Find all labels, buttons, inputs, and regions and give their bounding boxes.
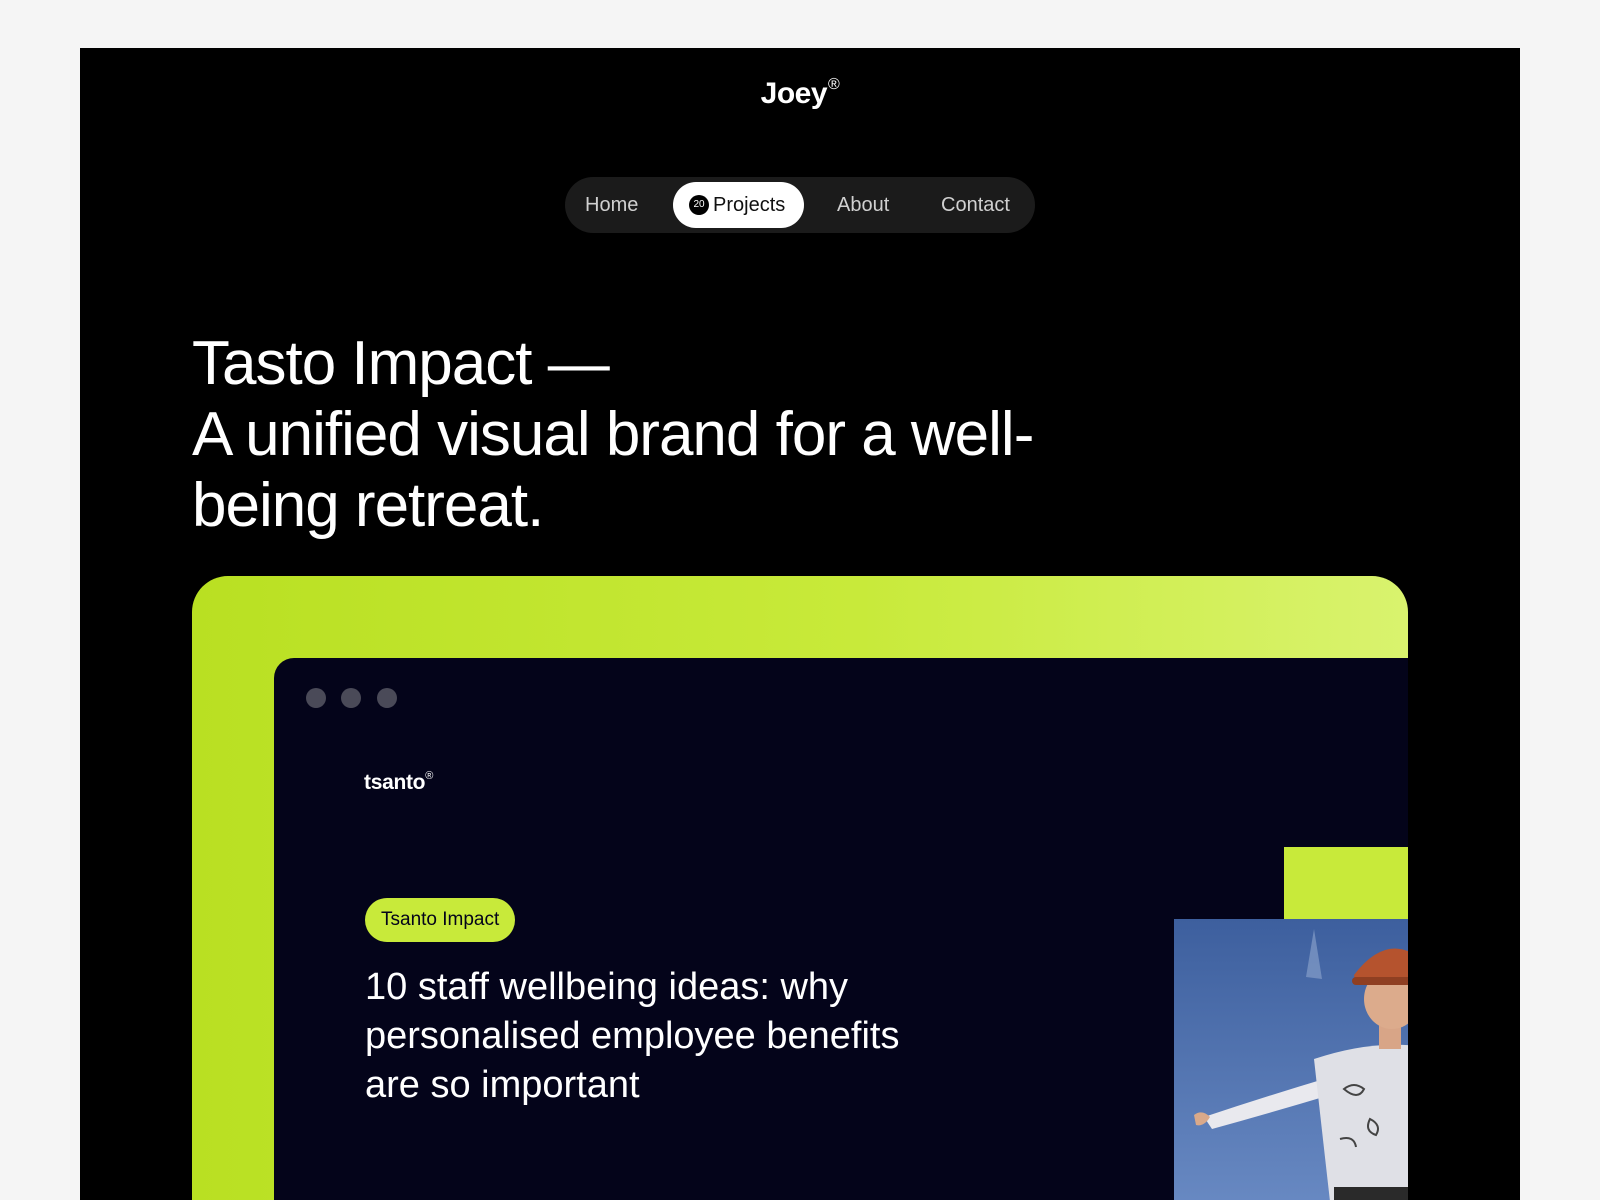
accent-block [1284, 847, 1408, 927]
nav-about[interactable]: About [837, 177, 889, 233]
project-headline: Tasto Impact — A unified visual brand fo… [192, 328, 1192, 541]
headline-line: A unified visual brand for a well- [192, 400, 1034, 469]
browser-mockup: tsanto® Tsanto Impact 10 staff wellbeing… [274, 658, 1408, 1200]
article-title-line: are so important [365, 1064, 640, 1106]
tsanto-registered-mark: ® [425, 770, 434, 782]
article-title-line: personalised employee benefits [365, 1015, 900, 1057]
window-dot-icon [341, 688, 361, 708]
nav-projects[interactable]: 20 Projects [673, 182, 804, 228]
main-nav: Home 20 Projects About Contact [565, 177, 1035, 233]
window-dot-icon [306, 688, 326, 708]
tsanto-logo: tsanto® [364, 770, 433, 795]
projects-count-badge: 20 [689, 195, 709, 215]
project-preview-card[interactable]: tsanto® Tsanto Impact 10 staff wellbeing… [192, 576, 1408, 1200]
logo-text: Joey [760, 77, 828, 110]
nav-projects-label: Projects [713, 194, 786, 216]
nav-contact[interactable]: Contact [941, 177, 1010, 233]
page-frame: Joey® Home 20 Projects About Contact Tas… [80, 48, 1520, 1200]
article-title-line: 10 staff wellbeing ideas: why [365, 966, 849, 1008]
window-dot-icon [377, 688, 397, 708]
article-title: 10 staff wellbeing ideas: why personalis… [365, 963, 1005, 1110]
headline-line: being retreat. [192, 471, 544, 540]
headline-line: Tasto Impact — [192, 329, 610, 398]
registered-mark: ® [828, 76, 840, 93]
person-photo [1174, 919, 1408, 1200]
nav-home[interactable]: Home [585, 177, 638, 233]
site-logo[interactable]: Joey® [80, 76, 1520, 111]
category-tag[interactable]: Tsanto Impact [365, 898, 516, 942]
tsanto-logo-text: tsanto [364, 771, 426, 794]
